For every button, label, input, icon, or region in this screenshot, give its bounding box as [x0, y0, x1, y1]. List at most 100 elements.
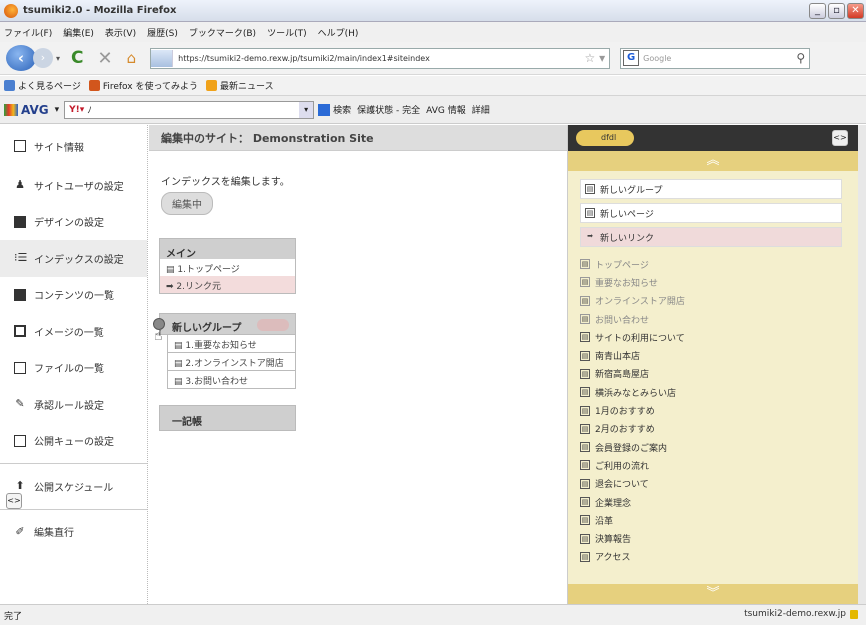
page-item[interactable]: ▤ オンラインストア開店 — [580, 292, 858, 310]
menu-edit[interactable]: 編集(E) — [63, 26, 94, 39]
avg-search-dropdown-icon[interactable]: ▾ — [299, 101, 314, 118]
avg-safety-status[interactable]: 保護状態 - 完全 — [357, 103, 420, 116]
intro-text: インデックスを編集します。 — [161, 177, 290, 188]
search-icon[interactable]: ⚲ — [796, 51, 809, 65]
sidebar-toggle-button[interactable]: <> — [6, 493, 22, 509]
page-item[interactable]: ▤ 1月のおすすめ — [580, 401, 858, 419]
bookmark-star-icon[interactable]: ☆ ▾ — [585, 51, 606, 65]
page-item[interactable]: ▤ 重要なお知らせ — [580, 273, 858, 291]
page-icon: ▤ — [580, 533, 590, 544]
lock-icon[interactable] — [850, 609, 858, 619]
menu-help[interactable]: ヘルプ(H) — [318, 26, 359, 39]
bookmark-latest-news[interactable]: 最新ニュース — [206, 79, 274, 92]
schedule-icon: ⬆ — [15, 479, 25, 493]
sidebar-item-direct-edit[interactable]: ✐ 編集直行 — [0, 514, 147, 551]
sidebar-item-queue[interactable]: 公開キューの設定 — [0, 423, 147, 460]
menu-bookmarks[interactable]: ブックマーク(B) — [189, 26, 256, 39]
avg-logo[interactable]: AVG — [4, 103, 49, 117]
page-item[interactable]: ▤ 退会について — [580, 475, 858, 493]
scroll-up-icon[interactable]: ︽ — [568, 151, 858, 171]
window-scrollbar[interactable] — [858, 125, 866, 604]
palette-pill[interactable]: dfdl — [576, 130, 634, 146]
index-row[interactable]: ▤ 1.重要なお知らせ — [167, 335, 296, 353]
page-item[interactable]: ▤ 2月のおすすめ — [580, 420, 858, 438]
palette-toggle-button[interactable]: <> — [832, 130, 848, 146]
page-icon: ▤ — [580, 423, 590, 434]
index-row[interactable]: ▤ 3.お問い合わせ — [167, 371, 296, 389]
page-item[interactable]: ▤ 決算報告 — [580, 529, 858, 547]
menu-tools[interactable]: ツール(T) — [267, 26, 307, 39]
site-identity-icon[interactable] — [151, 49, 174, 67]
avg-detail-menu[interactable]: 詳細 — [472, 103, 490, 116]
sidebar-item-site-users[interactable]: ♟ サイトユーザの設定 — [0, 167, 147, 204]
main-index-box: メイン ▤ 1.トップページ ➡ 2.リンク元 — [159, 238, 296, 294]
reload-icon[interactable]: C — [71, 48, 83, 68]
group-toggle-pill[interactable] — [257, 319, 289, 331]
palette-list: ▤ 新しいグループ ▤ 新しいページ ➡ 新しいリンク ▤ トップページ ▤ 重要なお知ら… — [568, 171, 858, 566]
design-icon — [14, 215, 26, 228]
page-item[interactable]: ▤ 企業理念 — [580, 493, 858, 511]
google-engine-icon[interactable]: G — [623, 50, 640, 66]
stop-icon[interactable]: ✕ — [98, 48, 113, 69]
page-item[interactable]: ▤ アクセス — [580, 548, 858, 566]
page-icon: ▤ — [580, 350, 590, 361]
site-icon — [14, 140, 26, 152]
page-item[interactable]: ▤ 沿革 — [580, 511, 858, 529]
page-item[interactable]: ▤ 横浜みなとみらい店 — [580, 383, 858, 401]
page-icon: ▤ — [580, 442, 590, 453]
page-item[interactable]: ▤ 南青山本店 — [580, 346, 858, 364]
avg-search-button[interactable]: 検索 — [318, 103, 351, 117]
others-box-title[interactable]: 一記帳 — [159, 405, 296, 431]
history-dropdown-icon[interactable]: ▾ — [56, 54, 60, 63]
page-item[interactable]: ▤ 会員登録のご案内 — [580, 438, 858, 456]
new-page-item[interactable]: ▤ 新しいページ — [580, 203, 842, 223]
page-palette-panel: dfdl <> ︽ ▤ 新しいグループ ▤ 新しいページ ➡ 新しいリンク ▤ トップペ… — [567, 125, 858, 604]
page-item[interactable]: ▤ 新宿高島屋店 — [580, 365, 858, 383]
sidebar-item-index[interactable]: ⁝☰ インデックスの設定 — [0, 240, 147, 277]
minimize-button[interactable]: _ — [809, 3, 826, 19]
index-icon: ⁝☰ — [14, 251, 28, 265]
sidebar-item-site-info[interactable]: サイト情報 — [0, 125, 147, 167]
sidebar-item-files[interactable]: ファイルの一覧 — [0, 350, 147, 387]
avg-dropdown-icon[interactable]: ▾ — [55, 105, 60, 115]
address-bar[interactable]: https://tsumiki2-demo.rexw.jp/tsumiki2/m… — [150, 47, 611, 69]
index-row[interactable]: ▤ 1.トップページ — [159, 259, 296, 277]
menu-history[interactable]: 履歴(S) — [147, 26, 178, 39]
index-row[interactable]: ➡ 2.リンク元 — [159, 276, 296, 294]
page-item[interactable]: ▤ お問い合わせ — [580, 310, 858, 328]
image-icon — [14, 325, 26, 338]
sidebar-item-design[interactable]: デザインの設定 — [0, 204, 147, 241]
new-group-item[interactable]: ▤ 新しいグループ — [580, 179, 842, 199]
status-bar: 完了 tsumiki2-demo.rexw.jp — [0, 604, 866, 625]
avg-info-menu[interactable]: AVG 情報 — [426, 103, 466, 116]
sidebar-item-images[interactable]: イメージの一覧 — [0, 313, 147, 350]
maximize-button[interactable]: ▫ — [828, 3, 845, 19]
menu-view[interactable]: 表示(V) — [105, 26, 136, 39]
bookmark-getting-started[interactable]: Firefox を使ってみよう — [88, 79, 198, 92]
bookmark-most-visited[interactable]: よく見るページ — [4, 79, 81, 92]
menu-file[interactable]: ファイル(F) — [4, 26, 52, 39]
file-icon — [14, 361, 26, 374]
avg-search-input[interactable]: Y!▾ ﾉ ▾ — [64, 100, 315, 119]
sidebar-item-contents[interactable]: コンテンツの一覧 — [0, 277, 147, 314]
editing-status-button[interactable]: 編集中 — [161, 192, 213, 215]
close-button[interactable]: ✕ — [847, 3, 864, 19]
avg-search-icon — [318, 104, 331, 117]
home-icon[interactable]: ⌂ — [127, 49, 137, 67]
page-item[interactable]: ▤ ご利用の流れ — [580, 456, 858, 474]
approval-icon: ✎ — [15, 397, 25, 411]
scroll-down-icon[interactable]: ︾ — [568, 584, 858, 604]
group-icon: ▤ — [585, 184, 595, 194]
search-box[interactable]: G Google ⚲ — [620, 47, 811, 69]
forward-button[interactable]: › — [33, 48, 53, 68]
sidebar-item-schedule[interactable]: ⬆ 公開スケジュール — [0, 468, 147, 505]
sidebar-item-approval[interactable]: ✎ 承認ルール設定 — [0, 386, 147, 423]
index-row[interactable]: ▤ 2.オンラインストア開店 — [167, 353, 296, 371]
group-box-title[interactable]: ☝ 新しいグループ — [153, 313, 296, 344]
page-icon: ▤ — [580, 405, 590, 416]
page-item[interactable]: ▤ トップページ — [580, 255, 858, 273]
main-box-title[interactable]: メイン — [159, 238, 296, 260]
page-item[interactable]: ▤ サイトの利用について — [580, 328, 858, 346]
back-button[interactable]: ‹ — [6, 45, 36, 71]
new-link-item[interactable]: ➡ 新しいリンク — [580, 227, 842, 247]
